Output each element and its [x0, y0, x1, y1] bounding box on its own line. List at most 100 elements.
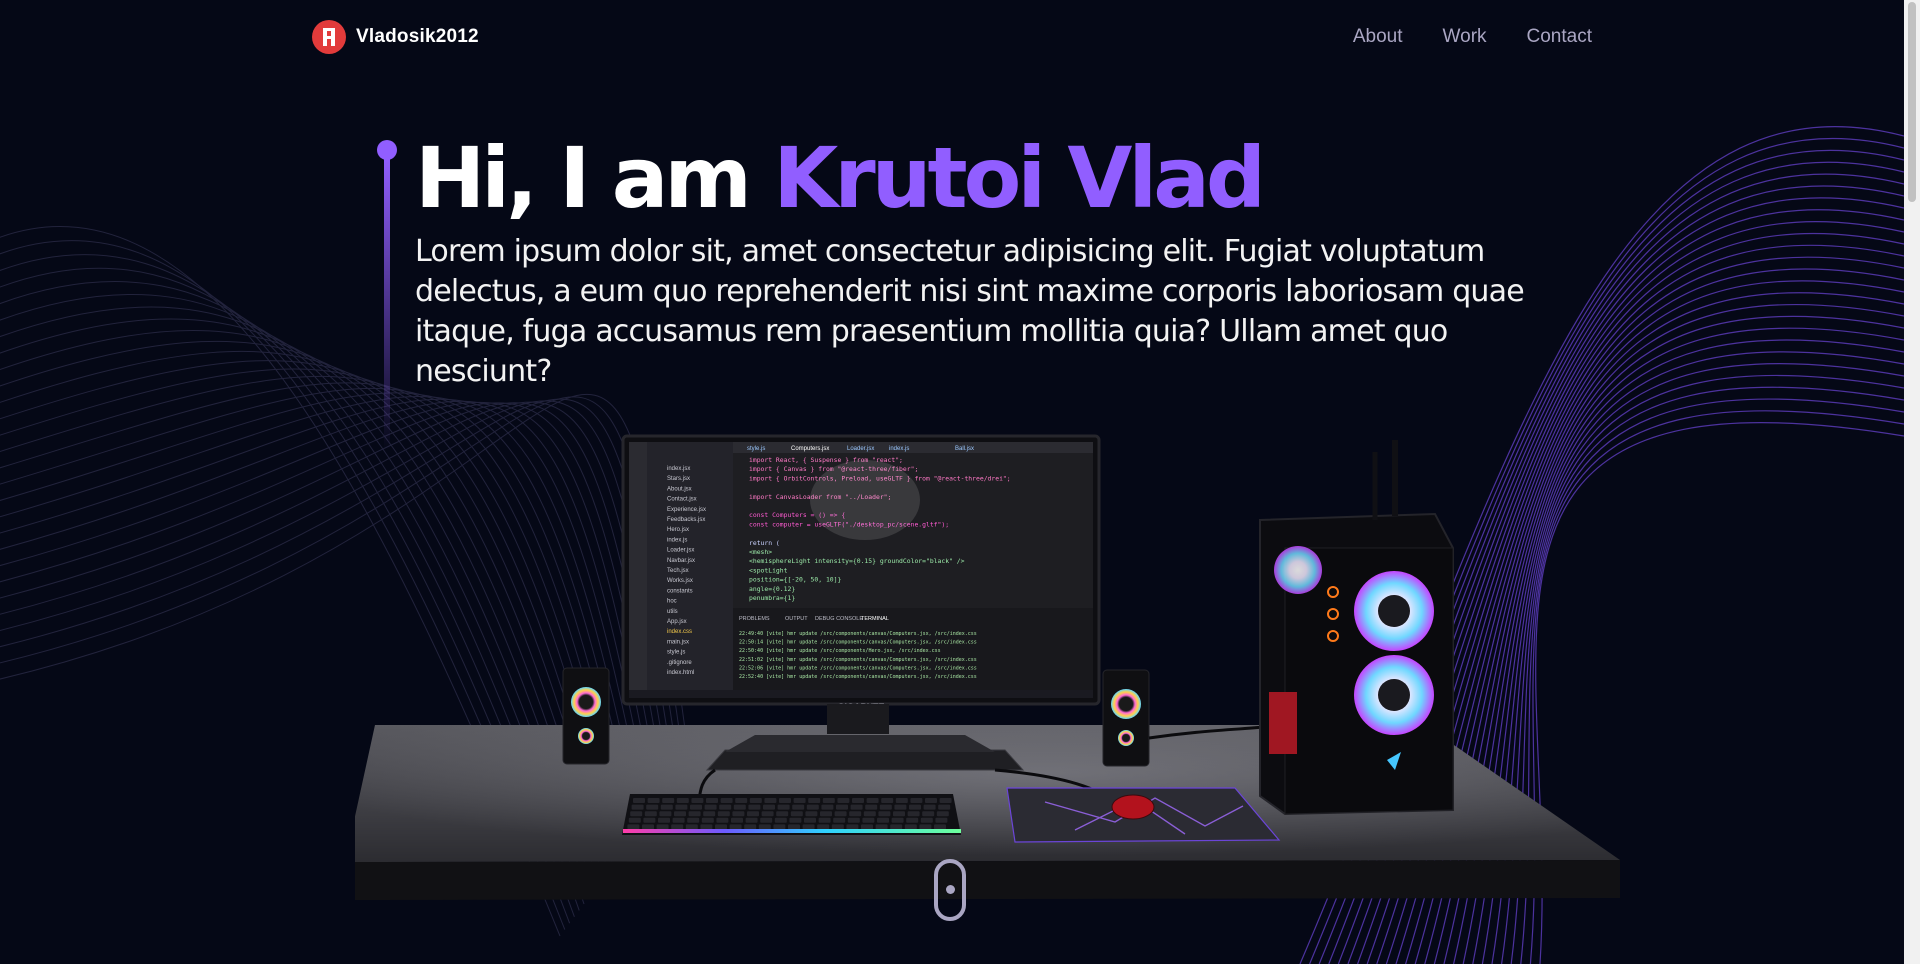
code-line: position={[-20, 50, 10]} — [749, 576, 841, 584]
terminal-line: 22:52:06 [vite] hmr update /src/componen… — [739, 665, 977, 671]
mouse — [1111, 794, 1155, 820]
svg-text:OUTPUT: OUTPUT — [785, 616, 808, 622]
keyboard-key — [789, 817, 802, 823]
code-line: return ( — [749, 539, 780, 547]
hero-line-indicator — [377, 140, 397, 450]
file-item: Navbar.jsx — [667, 558, 695, 564]
keyboard-key — [660, 804, 673, 810]
file-item: Stars.jsx — [667, 476, 690, 482]
nav-link-about[interactable]: About — [1353, 26, 1403, 48]
keyboard-key — [890, 824, 903, 830]
keyboard-key — [792, 804, 805, 810]
keyboard-key — [749, 798, 762, 803]
keyboard-key — [715, 824, 727, 830]
keyboard-key — [936, 811, 949, 817]
nav-link-contact[interactable]: Contact — [1527, 26, 1592, 48]
right-speaker — [1102, 669, 1150, 767]
nav-links: About Work Contact — [1353, 26, 1592, 48]
keyboard-key — [658, 817, 670, 823]
keyboard-key — [642, 824, 654, 830]
keyboard-key — [939, 798, 952, 803]
keyboard-key — [659, 811, 672, 817]
keyboard-key — [646, 804, 659, 810]
keyboard-key — [808, 798, 821, 803]
keyboard-key — [847, 817, 860, 823]
logo-badge-icon — [312, 20, 346, 54]
file-item: About.jsx — [667, 486, 692, 492]
page-scrollbar[interactable] — [1904, 0, 1920, 964]
keyboard-key — [644, 811, 657, 817]
keyboard-key — [690, 804, 702, 810]
navbar: Vladosik2012 About Work Contact — [0, 0, 1904, 76]
keyboard-key — [758, 824, 771, 830]
keyboard-key — [891, 817, 904, 823]
keyboard-key — [735, 798, 748, 803]
keyboard-key — [747, 811, 759, 817]
keyboard-key — [748, 804, 761, 810]
keyboard-key — [818, 817, 831, 823]
keyboard-key — [862, 817, 875, 823]
keyboard-key — [703, 811, 716, 817]
keyboard-key — [774, 817, 787, 823]
keyboard-key — [676, 798, 689, 803]
file-item: index.html — [667, 670, 694, 676]
keyboard-key — [805, 811, 818, 817]
keyboard-key — [822, 798, 835, 803]
file-item: App.jsx — [667, 619, 687, 625]
code-line: <spotLight — [749, 566, 788, 574]
hero-title: Hi, I am Krutoi Vlad — [415, 130, 1266, 226]
keyboard-key — [763, 804, 775, 810]
scroll-down-button[interactable] — [934, 859, 966, 921]
brand-link[interactable]: Vladosik2012 — [312, 20, 479, 54]
keyboard-key — [866, 798, 879, 803]
keyboard-key — [831, 824, 844, 830]
keyboard-key — [875, 824, 888, 830]
hero-subtitle: Lorem ipsum dolor sit, amet consectetur … — [415, 234, 1525, 389]
keyboard-key — [777, 804, 790, 810]
keyboard-key — [821, 804, 834, 810]
file-item: Experience.jsx — [667, 507, 706, 513]
keyboard-key — [779, 798, 791, 803]
keyboard-key — [881, 798, 894, 803]
keyboard-key — [731, 817, 743, 823]
desk-front — [355, 860, 1620, 900]
keyboard-key — [719, 804, 732, 810]
keyboard-key — [849, 811, 862, 817]
keyboard-key — [895, 798, 908, 803]
keyboard-key — [925, 798, 937, 803]
scrollbar-thumb[interactable] — [1908, 2, 1916, 202]
left-speaker — [562, 667, 610, 765]
keyboard-key — [938, 804, 951, 810]
keyboard-key — [764, 798, 777, 803]
keyboard-key — [920, 817, 933, 823]
keyboard-key — [688, 811, 701, 817]
keyboard-key — [744, 824, 757, 830]
code-line: <hemisphereLight intensity={0.15} ground… — [749, 557, 965, 565]
keyboard-key — [850, 804, 863, 810]
file-item: Contact.jsx — [667, 497, 697, 503]
keyboard-key — [672, 817, 685, 823]
file-item: index.css — [667, 629, 692, 635]
keyboard-key — [631, 804, 644, 810]
keyboard-key — [906, 817, 919, 823]
nav-link-work[interactable]: Work — [1443, 26, 1487, 48]
keyboard-key — [910, 798, 923, 803]
file-item: Loader.jsx — [667, 548, 694, 554]
keyboard-key — [630, 811, 643, 817]
keyboard-key — [733, 804, 746, 810]
keyboard-key — [904, 824, 917, 830]
keyboard-key — [776, 811, 789, 817]
keyboard — [622, 794, 961, 835]
keyboard-key — [934, 824, 946, 830]
terminal-line: 22:50:14 [vite] hmr update /src/componen… — [739, 640, 977, 646]
keyboard-key — [788, 824, 800, 830]
keyboard-key — [704, 804, 717, 810]
keyboard-key — [745, 817, 758, 823]
keyboard-key — [691, 798, 704, 803]
keyboard-key — [671, 824, 684, 830]
keyboard-key — [861, 824, 873, 830]
code-line: angle={0.12} — [749, 585, 795, 593]
code-line: penumbra={1} — [749, 594, 795, 602]
keyboard-key — [923, 804, 936, 810]
keyboard-key — [643, 817, 656, 823]
